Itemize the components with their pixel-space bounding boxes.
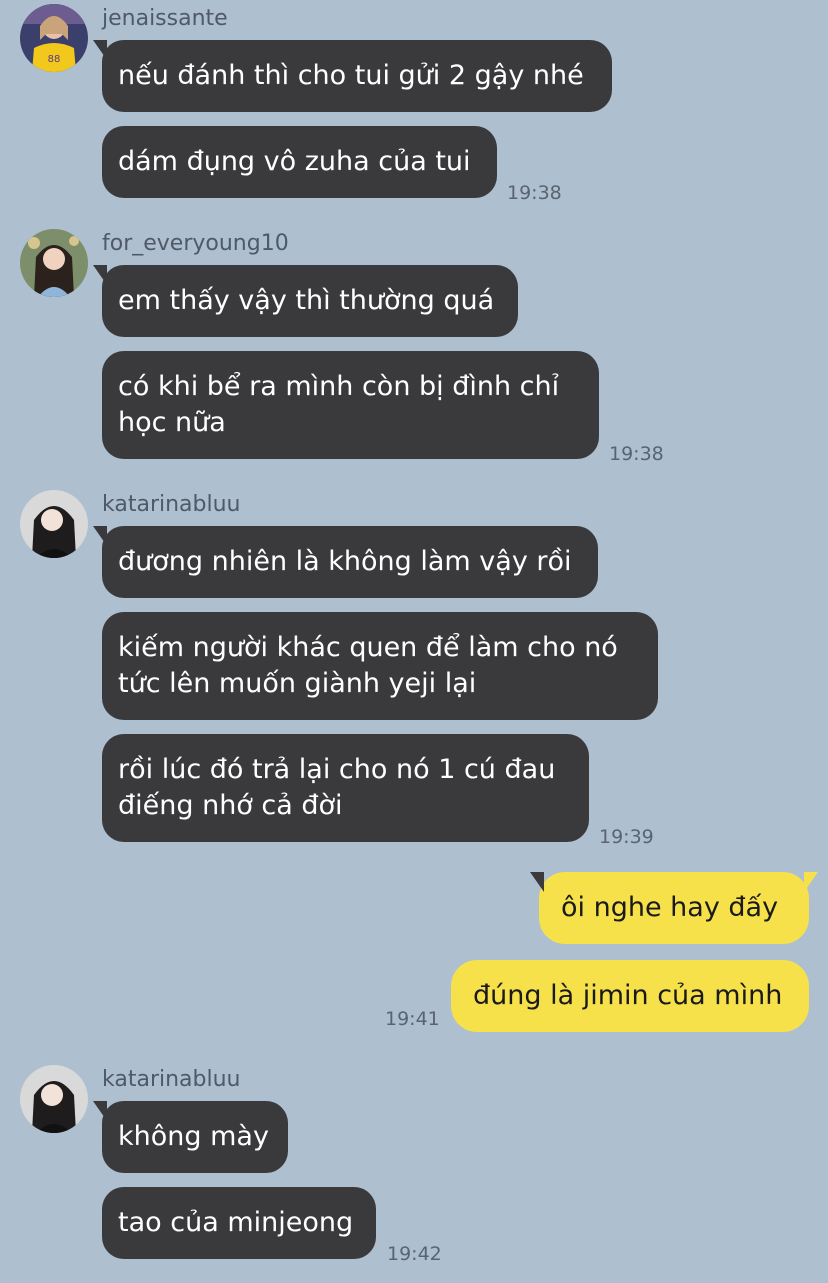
message-text: đương nhiên là không làm vậy rồi [118,546,572,577]
user-avatar-dark-hair-icon [20,1065,88,1133]
user-avatar-long-hair-icon [20,229,88,297]
message-text: nếu đánh thì cho tui gửi 2 gậy nhé [118,60,584,91]
message-timestamp: 19:41 [385,1008,440,1030]
message-text-line: điếng nhớ cả đời [118,790,343,821]
message-timestamp: 19:38 [507,182,562,204]
svg-text:88: 88 [48,54,61,65]
message-text: không mày [118,1121,269,1152]
sender-name: katarinabluu [102,1067,241,1092]
message-text: em thấy vậy thì thường quá [118,285,495,316]
message-text-line: kiếm người khác quen để làm cho nó [118,632,618,663]
sender-name: for_everyoung10 [102,231,289,256]
avatar-jenaissante[interactable]: 88 [20,4,88,72]
avatar-katarinabluu[interactable] [20,1065,88,1133]
message-text-line: học nữa [118,407,226,438]
my-message-bubble[interactable]: ôi nghe hay đấy [530,872,818,944]
sender-name: katarinabluu [102,492,241,517]
message-bubble[interactable]: kiếm người khác quen để làm cho nó tức l… [102,612,658,720]
message-bubble[interactable]: rồi lúc đó trả lại cho nó 1 cú đau điếng… [102,734,589,842]
my-message-bubble[interactable]: đúng là jimin của mình [451,960,809,1032]
message-text: tao của minjeong [118,1207,354,1238]
message-bubble[interactable]: em thấy vậy thì thường quá [93,265,518,337]
message-text: dám đụng vô zuha của tui [118,146,471,177]
user-avatar-yellow-jersey-icon: 88 [20,4,88,72]
message-bubble[interactable]: dám đụng vô zuha của tui [102,126,497,198]
message-text-line: rồi lúc đó trả lại cho nó 1 cú đau [118,754,556,785]
message-bubble[interactable]: nếu đánh thì cho tui gửi 2 gậy nhé [93,40,612,112]
message-timestamp: 19:38 [609,443,664,465]
user-avatar-dark-hair-icon [20,490,88,558]
avatar-katarinabluu[interactable] [20,490,88,558]
message-text-line: có khi bể ra mình còn bị đình chỉ [118,371,560,402]
avatar-for-everyoung10[interactable] [20,229,88,297]
message-text: đúng là jimin của mình [473,980,783,1011]
message-timestamp: 19:39 [599,826,654,848]
sender-name: jenaissante [102,6,228,31]
message-bubble[interactable]: không mày [93,1101,288,1173]
message-text-line: tức lên muốn giành yeji lại [118,668,477,699]
message-bubble[interactable]: tao của minjeong [102,1187,376,1259]
message-bubble[interactable]: đương nhiên là không làm vậy rồi [93,526,598,598]
message-timestamp: 19:42 [387,1243,442,1265]
message-bubble[interactable]: có khi bể ra mình còn bị đình chỉ học nữ… [102,351,599,459]
message-text: ôi nghe hay đấy [561,892,779,923]
